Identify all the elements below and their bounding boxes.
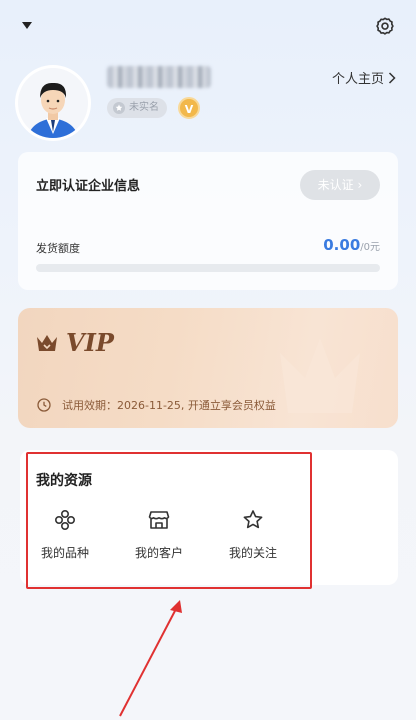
vip-card[interactable]: VIP 试用效期：2026-11-25, 开通立享会员权益 [18, 308, 398, 428]
quota-progress-bar [36, 264, 380, 272]
certification-card: 立即认证企业信息 未认证 › 发货额度 0.00/0元 [18, 152, 398, 290]
vip-title: VIP [66, 328, 114, 357]
personal-homepage-link[interactable]: 个人主页 [332, 68, 396, 87]
resource-item-following[interactable]: 我的关注 [216, 508, 290, 568]
avatar[interactable] [18, 68, 88, 138]
store-icon [148, 511, 170, 529]
vip-badge[interactable]: V [178, 97, 200, 119]
chevron-right-icon [388, 71, 396, 84]
top-bar [0, 0, 416, 56]
resource-label-variety: 我的品种 [40, 546, 89, 560]
clock-icon [37, 398, 51, 412]
certify-chevron-icon: › [357, 178, 363, 192]
quota-label: 发货额度 [36, 242, 80, 255]
home-link-label: 个人主页 [331, 72, 384, 87]
certification-title[interactable]: 立即认证企业信息 [36, 175, 140, 194]
resource-item-variety[interactable]: 我的品种 [28, 508, 102, 568]
username-blurred [107, 66, 211, 88]
gear-icon[interactable] [374, 16, 396, 38]
resource-label-following: 我的关注 [228, 546, 277, 560]
unverified-badge: 未实名 [107, 98, 167, 118]
crown-icon [37, 335, 57, 351]
variety-icon [54, 509, 76, 531]
star-icon [243, 510, 263, 529]
resource-item-customers[interactable]: 我的客户 [122, 508, 196, 568]
quota-amount: 0.00 [323, 236, 361, 254]
my-resources-card: 我的资源 我的品种 我的客户 我的关注 [20, 450, 398, 585]
profile-section: 未实名 V 个人主页 [0, 60, 416, 150]
quota-unit: /0元 [360, 242, 380, 253]
certify-button-label: 未认证 [317, 178, 354, 192]
certify-button[interactable]: 未认证 › [300, 170, 380, 200]
unverified-label: 未实名 [129, 102, 159, 113]
caret-down-icon[interactable] [22, 22, 32, 29]
vip-decoration [280, 338, 360, 413]
resources-title: 我的资源 [36, 473, 92, 489]
resource-label-customers: 我的客户 [134, 546, 183, 560]
quota-value: 0.00/0元 [323, 236, 380, 254]
badge-star-icon [113, 102, 125, 114]
vip-trial-text: 试用效期：2026-11-25, 开通立享会员权益 [62, 399, 276, 412]
